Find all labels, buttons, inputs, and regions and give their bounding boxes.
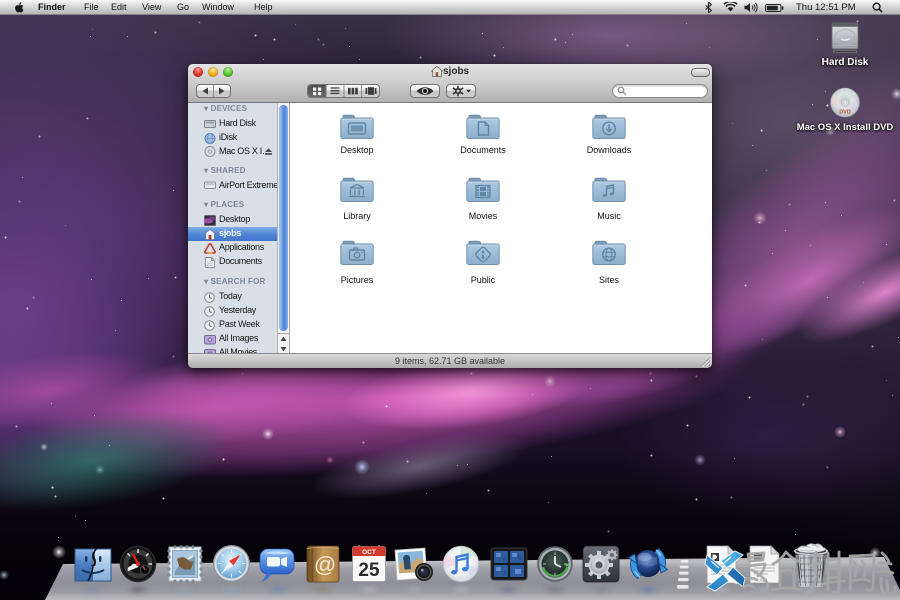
svg-text:25: 25 [358,560,380,581]
svg-text:@: @ [314,552,336,577]
svg-text:DVD: DVD [839,110,851,116]
svg-text:OCT: OCT [362,549,376,556]
